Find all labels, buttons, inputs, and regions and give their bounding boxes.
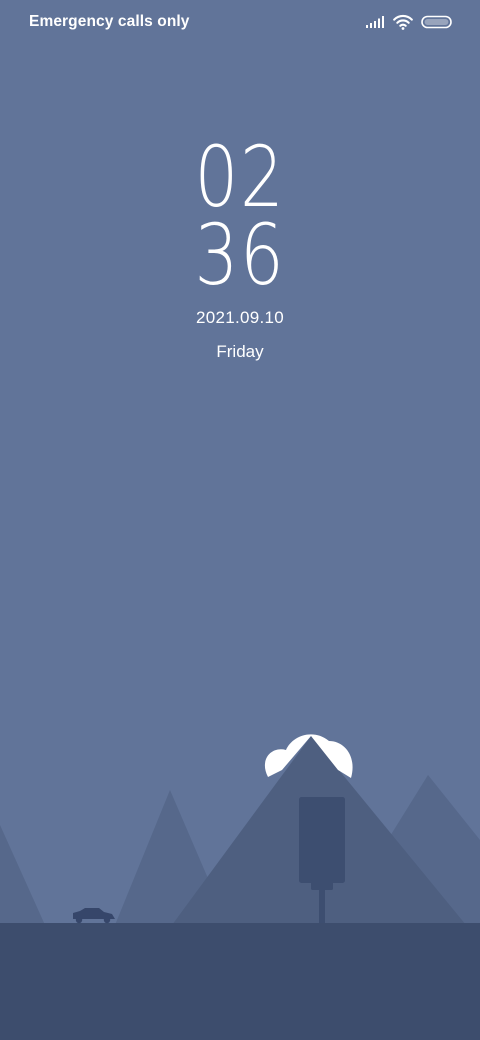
car-icon	[73, 908, 115, 924]
battery-icon	[421, 15, 452, 29]
wifi-icon	[393, 15, 413, 30]
mountain-icon	[0, 736, 480, 925]
status-icons	[365, 12, 452, 32]
carrier-status-text: Emergency calls only	[29, 13, 190, 30]
clock-hours: 02	[194, 128, 286, 226]
weekday-text: Friday	[216, 342, 264, 361]
signal-icon	[366, 16, 384, 28]
wallpaper-landscape	[0, 734, 480, 1040]
clock-minutes: 36	[194, 206, 286, 304]
date-text: 2021.09.10	[195, 308, 285, 327]
status-bar: Emergency calls only	[0, 0, 480, 46]
lock-screen: { "status_bar": { "carrier_text": "Emerg…	[0, 0, 480, 1040]
ground	[0, 923, 480, 1040]
